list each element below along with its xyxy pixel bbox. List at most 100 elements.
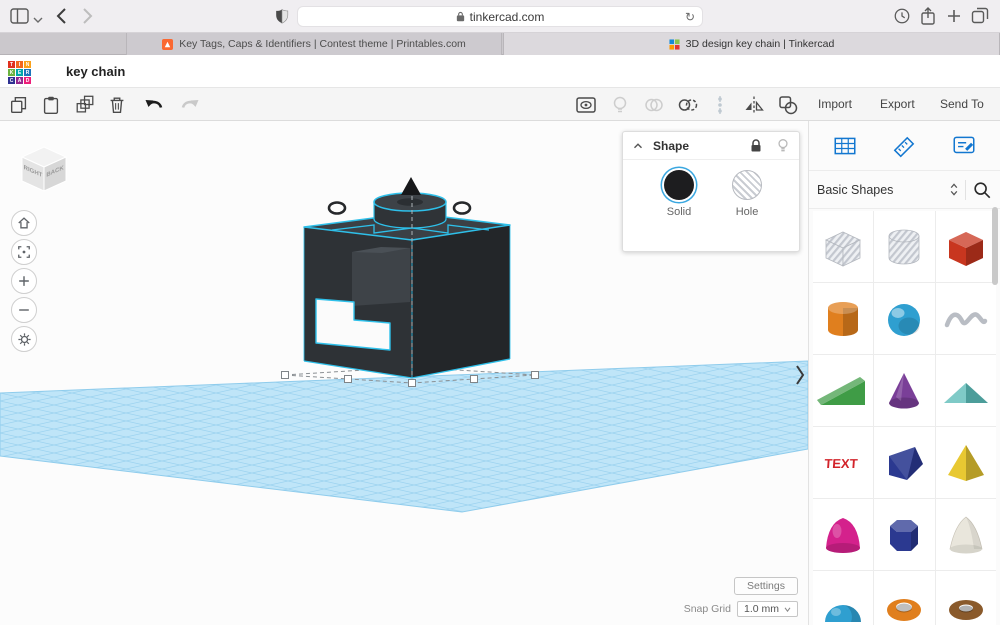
group-icon	[642, 93, 666, 117]
shape-item-cone[interactable]	[874, 355, 934, 426]
select-carets-icon[interactable]	[949, 182, 959, 197]
design-title[interactable]: key chain	[66, 64, 125, 79]
notes-icon	[951, 133, 977, 159]
tinkercad-favicon	[669, 39, 680, 50]
shape-overlap-button[interactable]	[775, 92, 801, 118]
workplane[interactable]	[0, 361, 808, 512]
hide-shape-bulb-icon[interactable]	[777, 138, 789, 153]
show-all-button[interactable]	[573, 92, 599, 118]
paraboloid-icon	[815, 507, 871, 563]
shape-dialog-header: Shape	[623, 132, 799, 160]
search-icon[interactable]	[972, 180, 992, 200]
panel-scrollbar[interactable]	[992, 207, 998, 285]
svg-text:TEXT: TEXT	[824, 456, 858, 471]
shape-item-text[interactable]: TEXT	[813, 427, 873, 498]
redo-button[interactable]	[176, 92, 202, 118]
collapse-chevron-up-icon[interactable]	[631, 139, 645, 153]
shape-item-hexagonal-prism[interactable]	[874, 499, 934, 570]
shape-item-roof[interactable]	[936, 355, 996, 426]
shape-item-cylinder-transparent[interactable]	[874, 211, 934, 282]
copy-icon	[8, 94, 30, 116]
view-cube[interactable]: RIGHT BACK	[14, 139, 74, 204]
shape-item-box[interactable]	[936, 211, 996, 282]
group-button[interactable]	[641, 92, 667, 118]
align-button[interactable]	[707, 92, 733, 118]
panel-tools-row	[809, 121, 1000, 171]
share-button[interactable]	[920, 6, 936, 31]
notes-tool-button[interactable]	[947, 129, 981, 163]
cone-icon	[876, 363, 932, 419]
home-view-button[interactable]	[11, 210, 37, 236]
shape-item-polygon[interactable]	[874, 427, 934, 498]
round-roof-icon	[815, 579, 871, 625]
tab-overview-button[interactable]	[971, 7, 989, 30]
paste-button[interactable]	[38, 92, 64, 118]
shape-item-tube[interactable]	[874, 571, 934, 625]
sidebar-chevron-button[interactable]	[33, 11, 43, 29]
history-button[interactable]	[893, 7, 911, 30]
keyring-loop-right	[454, 203, 470, 214]
undo-button[interactable]	[142, 92, 168, 118]
shape-item-pyramid[interactable]	[936, 427, 996, 498]
shape-item-scribble[interactable]	[936, 283, 996, 354]
scale-handle	[345, 376, 352, 383]
snap-grid-select[interactable]: 1.0 mm	[737, 601, 798, 617]
shape-item-wedge[interactable]	[813, 355, 873, 426]
send-to-button[interactable]: Send To	[940, 97, 984, 111]
tinkercad-logo[interactable]: T I N K E R C A D	[8, 61, 31, 84]
forward-button[interactable]	[82, 7, 93, 30]
torus-icon	[938, 579, 994, 625]
tube-icon	[876, 579, 932, 625]
workplane-icon	[832, 133, 858, 159]
copy-button[interactable]	[6, 92, 32, 118]
shape-item-cylinder[interactable]	[813, 283, 873, 354]
shapes-panel: Basic Shapes	[808, 121, 1000, 625]
shape-category-select[interactable]: Basic Shapes	[817, 183, 943, 197]
shape-item-paraboloid[interactable]	[813, 499, 873, 570]
shape-item-box-transparent[interactable]	[813, 211, 873, 282]
lock-shape-icon[interactable]	[749, 138, 763, 153]
back-button[interactable]	[56, 7, 67, 30]
new-tab-button[interactable]	[946, 8, 962, 29]
edit-toolbar: Import Export Send To	[0, 88, 1000, 121]
hole-swatch[interactable]	[732, 170, 762, 200]
delete-button[interactable]	[104, 92, 130, 118]
ungroup-button[interactable]	[675, 92, 701, 118]
scale-height-handle[interactable]	[401, 177, 421, 195]
duplicate-button[interactable]	[72, 92, 98, 118]
chevron-down-icon	[33, 16, 43, 24]
hide-selected-button[interactable]	[607, 92, 633, 118]
shape-item-torus[interactable]	[936, 571, 996, 625]
panel-collapse-handle[interactable]	[795, 364, 805, 390]
zoom-in-button[interactable]	[11, 268, 37, 294]
tab-tinkercad[interactable]: 3D design key chain | Tinkercad	[503, 33, 1000, 55]
export-button[interactable]: Export	[880, 97, 915, 111]
mirror-button[interactable]	[741, 92, 767, 118]
tab-printables[interactable]: Key Tags, Caps & Identifiers | Contest t…	[126, 33, 502, 55]
shape-item-round-roof[interactable]	[813, 571, 873, 625]
sidebar-toggle-button[interactable]	[10, 8, 29, 29]
address-bar[interactable]: tinkercad.com ↻	[297, 6, 703, 27]
workplane-tool-button[interactable]	[828, 129, 862, 163]
shape-item-half-sphere[interactable]	[936, 499, 996, 570]
settings-button[interactable]: Settings	[734, 577, 798, 595]
caret-down-icon	[784, 607, 791, 612]
import-button[interactable]: Import	[818, 97, 852, 111]
trash-icon	[106, 94, 128, 116]
hole-option[interactable]: Hole	[715, 170, 779, 218]
shape-gallery: TEXT	[813, 211, 996, 625]
ruler-tool-button[interactable]	[887, 129, 921, 163]
lock-icon	[456, 11, 465, 22]
view-mode-button[interactable]	[11, 326, 37, 352]
privacy-report-button[interactable]	[274, 6, 290, 31]
refresh-icon[interactable]: ↻	[685, 10, 695, 24]
hexagonal-prism-icon	[876, 507, 932, 563]
shape-item-sphere[interactable]	[874, 283, 934, 354]
zoom-out-button[interactable]	[11, 297, 37, 323]
fit-view-button[interactable]	[11, 239, 37, 265]
solid-option[interactable]: Solid	[647, 170, 711, 218]
scribble-icon	[938, 291, 994, 347]
tinkercad-window: tinkercad.com ↻	[0, 0, 1000, 625]
selected-object[interactable]	[304, 193, 510, 378]
solid-swatch[interactable]	[664, 170, 694, 200]
